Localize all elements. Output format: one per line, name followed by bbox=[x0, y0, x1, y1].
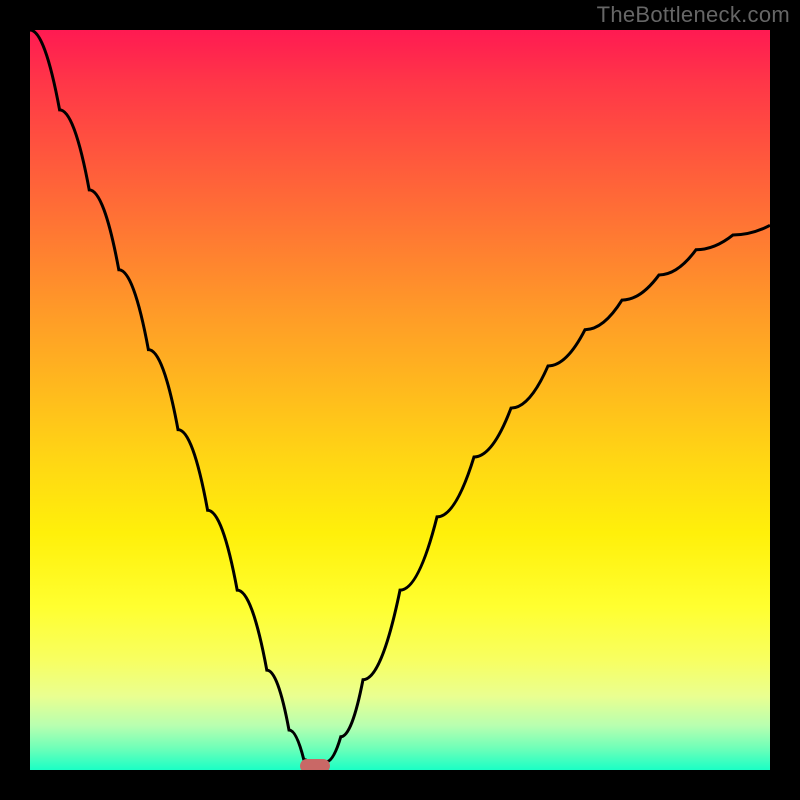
chart-frame: TheBottleneck.com bbox=[0, 0, 800, 800]
bottleneck-curve bbox=[30, 30, 770, 770]
attribution-text: TheBottleneck.com bbox=[597, 2, 790, 28]
minimum-marker bbox=[300, 759, 330, 770]
plot-area bbox=[30, 30, 770, 770]
curve-path bbox=[30, 30, 770, 770]
